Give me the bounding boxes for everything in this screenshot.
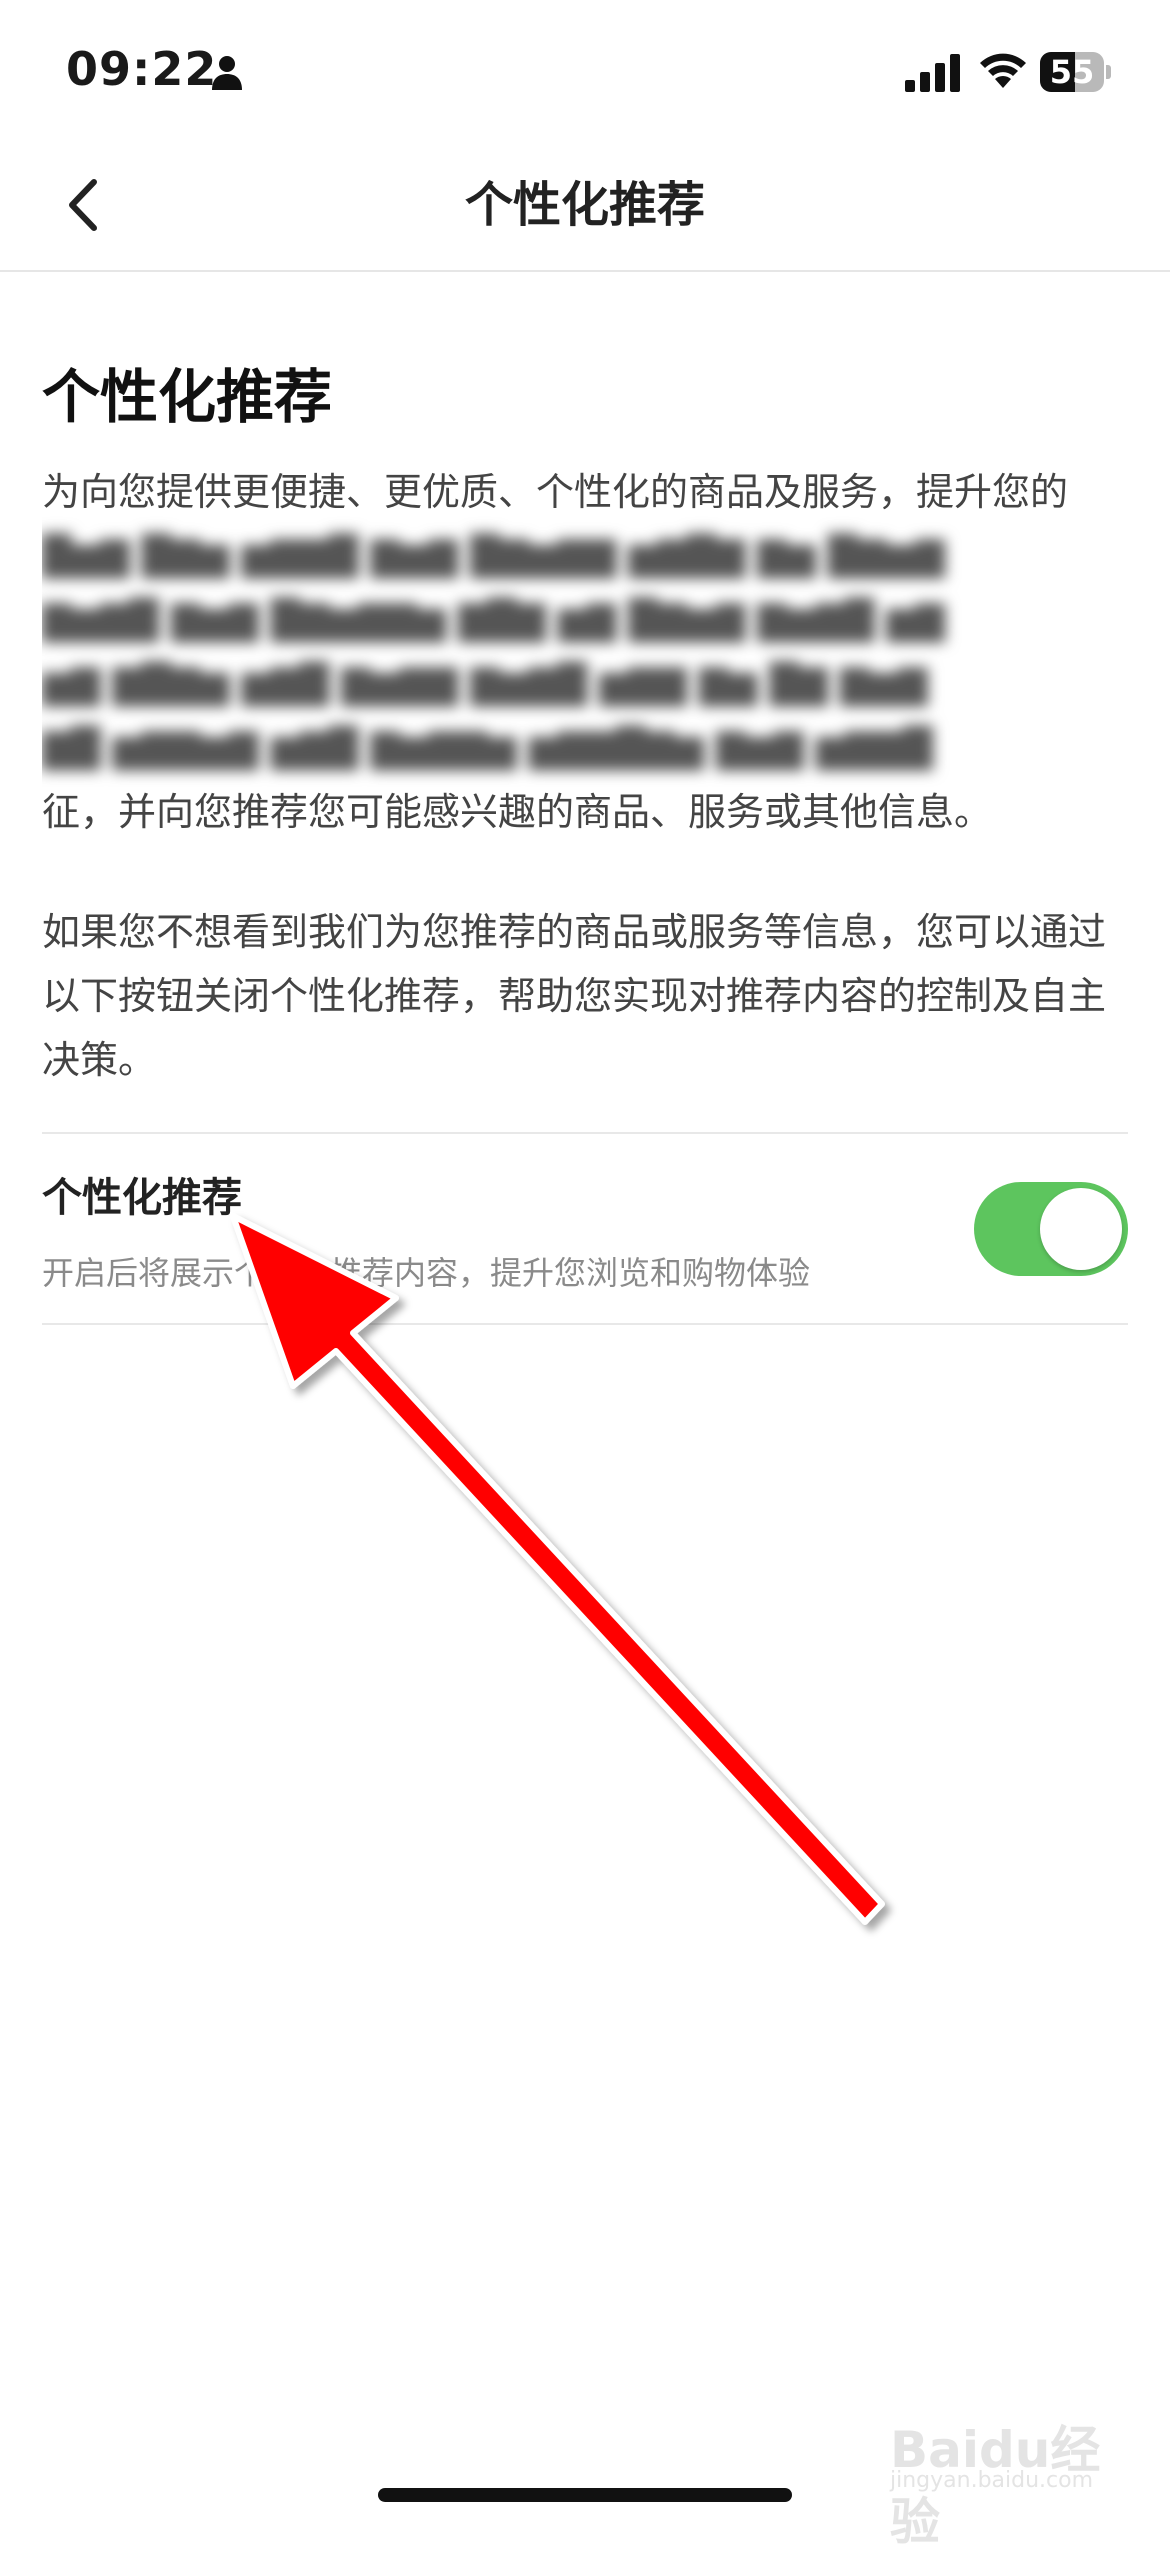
divider-top: [42, 1132, 1128, 1134]
home-indicator[interactable]: [378, 2488, 792, 2502]
control-paragraph: 如果您不想看到我们为您推荐的商品或服务等信息，您可以通过以下按钮关闭个性化推荐，…: [42, 910, 1107, 1082]
navigation-bar: 个性化推荐: [0, 140, 1170, 272]
intro-first-line: 为向您提供更便捷、更优质、个性化的商品及服务，提升您的: [42, 470, 1069, 514]
intro-last-line: 征，并向您推荐您可能感兴趣的商品、服务或其他信息。: [42, 790, 993, 830]
page-title: 个性化推荐: [464, 177, 705, 233]
personalized-recommendation-toggle[interactable]: [974, 1182, 1128, 1276]
intro-blurred-text: █▆▇ █▇▆ ▆▇▇█ ▇▆▇ █▇▆▇▇ ▆▇█▇ ▇▆ █▇▆▇ ▇▆▇█…: [42, 534, 945, 770]
chevron-left-icon: [69, 179, 97, 231]
intro-paragraph: 为向您提供更便捷、更优质、个性化的商品及服务，提升您的 █▆▇ █▇▆ ▆▇▇█…: [42, 460, 1132, 830]
cellular-signal-icon: [905, 54, 960, 92]
back-button[interactable]: [50, 170, 120, 240]
setting-title: 个性化推荐: [42, 1175, 242, 1221]
toggle-knob: [1040, 1188, 1122, 1270]
wifi-icon: [980, 53, 1026, 88]
setting-description: 开启后将展示个性化推荐内容，提升您浏览和购物体验: [42, 1254, 811, 1292]
battery-indicator: 55: [1040, 52, 1111, 92]
section-title: 个性化推荐: [42, 363, 333, 431]
battery-percent: 55: [1049, 53, 1095, 91]
baidu-watermark: Baidu经验 jingyan.baidu.com: [890, 2421, 1101, 2551]
person-icon: [212, 56, 242, 90]
status-bar: 09:22 55: [0, 0, 1170, 140]
status-time: 09:22: [66, 42, 218, 96]
divider-bottom: [42, 1323, 1128, 1325]
